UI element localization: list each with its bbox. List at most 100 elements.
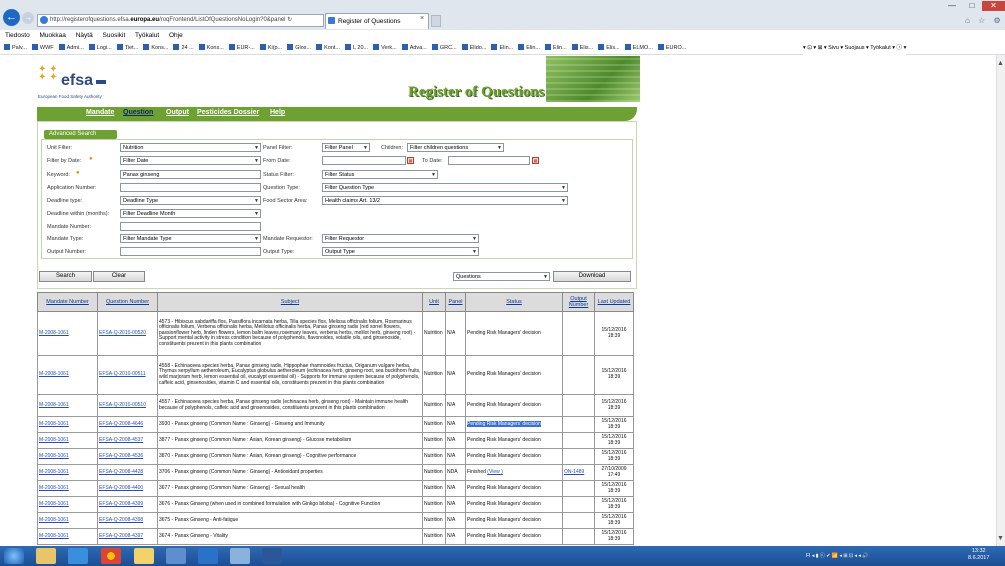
to-calendar-icon[interactable]: ▦ (532, 157, 539, 164)
favorite-item[interactable]: ELMO... (624, 41, 653, 54)
favorite-item[interactable]: Verk... (373, 41, 397, 54)
window-maximize-button[interactable]: □ (962, 1, 982, 11)
col-last-updated[interactable]: Last Updated (594, 292, 634, 312)
home-favorites-tools-icons[interactable]: ⌂ ☆ ⚙ (965, 16, 1004, 25)
help-bulb-icon[interactable]: ● (89, 156, 93, 162)
output-number-input[interactable] (120, 247, 261, 256)
forward-arrow-icon[interactable]: → (22, 12, 34, 24)
window-close-button[interactable]: ✕ (982, 1, 1005, 11)
output-link[interactable] (562, 512, 595, 529)
favorite-item[interactable]: GRC... (431, 41, 457, 54)
menu-tools[interactable]: Työkalut (135, 32, 159, 39)
favorite-item[interactable]: Adva... (401, 41, 427, 54)
question-link[interactable]: EFSA-Q-2008-4400 (97, 480, 158, 497)
output-link[interactable] (562, 496, 595, 513)
keyword-help-icon[interactable]: ● (76, 170, 80, 176)
col-unit[interactable]: Unit (422, 292, 446, 312)
favorite-item[interactable]: Palv... (4, 41, 27, 54)
favorite-item[interactable]: Glos... (287, 41, 311, 54)
favorite-item[interactable]: Logi... (88, 41, 112, 54)
output-link[interactable]: ON-1489 (562, 464, 595, 481)
question-link[interactable]: EFSA-Q-2010-00510 (97, 394, 158, 417)
food-sector-select[interactable]: Health claims Art. 13/2 (322, 196, 568, 205)
start-button-icon[interactable] (4, 548, 24, 564)
filter-date-select[interactable]: Filter Date (120, 156, 261, 165)
favorite-item[interactable]: Kons... (198, 41, 224, 54)
clock[interactable]: 13:32 8.6.2017 (968, 548, 989, 562)
nav-help[interactable]: Help (270, 109, 285, 116)
favorite-item[interactable]: Tiet... (116, 41, 138, 54)
output-type-select[interactable]: Output Type (322, 247, 479, 256)
mandate-link[interactable]: M-2008-1061 (37, 416, 98, 433)
keyword-input[interactable]: Panax ginseng (120, 170, 261, 179)
mandate-link[interactable]: M-2008-1061 (37, 432, 98, 449)
efsa-logo[interactable]: efsa (61, 72, 93, 90)
to-date-input[interactable] (448, 156, 530, 165)
from-calendar-icon[interactable]: ▦ (407, 157, 414, 164)
favorite-item[interactable]: Elin... (545, 41, 567, 54)
scroll-down-icon[interactable]: ▼ (997, 535, 1004, 542)
question-link[interactable]: EFSA-Q-2008-4397 (97, 528, 158, 545)
favorite-item[interactable]: Elin... (518, 41, 540, 54)
menu-file[interactable]: Tiedosto (5, 32, 30, 39)
col-status[interactable]: Status (465, 292, 563, 312)
page-scrollbar[interactable] (996, 55, 1005, 546)
unit-filter-select[interactable]: Nutrition (120, 143, 261, 152)
window-minimize-button[interactable]: — (942, 1, 962, 11)
favorite-item[interactable]: EURO... (657, 41, 686, 54)
output-link[interactable] (562, 355, 595, 395)
nav-mandate[interactable]: Mandate (86, 109, 114, 116)
mandate-link[interactable]: M-2008-1061 (37, 394, 98, 417)
app-icon[interactable] (230, 548, 250, 564)
favorite-item[interactable]: Ki(p... (259, 41, 282, 54)
mandate-link[interactable]: M-2008-1061 (37, 480, 98, 497)
col-panel[interactable]: Panel (445, 292, 466, 312)
browser-tab[interactable]: Register of Questions (325, 13, 429, 29)
menu-favorites[interactable]: Suosikit (103, 32, 126, 39)
mandate-link[interactable]: M-2008-1061 (37, 528, 98, 545)
favorite-item[interactable]: Kont... (316, 41, 340, 54)
nav-pesticides-dossier[interactable]: Pesticides Dossier (197, 109, 259, 116)
internet-explorer-icon[interactable] (68, 548, 88, 564)
favorite-item[interactable]: Elin... (491, 41, 513, 54)
from-date-input[interactable] (322, 156, 406, 165)
col-mandate-number[interactable]: Mandate Number (37, 292, 98, 312)
menu-help[interactable]: Ohje (169, 32, 183, 39)
col-output-number[interactable]: Output Number (562, 292, 595, 312)
clear-button[interactable]: Clear (93, 271, 145, 282)
mandate-link[interactable]: M-2008-1061 (37, 464, 98, 481)
download-button[interactable]: Download (553, 271, 631, 282)
output-link[interactable] (562, 311, 595, 356)
mandate-link[interactable]: M-2008-1061 (37, 512, 98, 529)
output-link[interactable] (562, 480, 595, 497)
explorer-icon[interactable] (36, 548, 56, 564)
question-link[interactable]: EFSA-Q-2008-4398 (97, 512, 158, 529)
application-number-input[interactable] (120, 183, 261, 192)
mandate-link[interactable]: M-2008-1061 (37, 448, 98, 465)
nav-question[interactable]: Question (123, 109, 153, 116)
mandate-type-select[interactable]: Filter Mandate Type (120, 234, 261, 243)
new-tab-button[interactable] (431, 15, 441, 27)
question-link[interactable]: EFSA-Q-2008-4399 (97, 496, 158, 513)
mandate-requestor-select[interactable]: Filter Requestor (322, 234, 479, 243)
question-link[interactable]: EFSA-Q-2010-00511 (97, 355, 158, 395)
output-link[interactable] (562, 528, 595, 545)
view-link[interactable]: (View ) (487, 469, 502, 475)
favorite-item[interactable]: Elis... (571, 41, 593, 54)
favorite-item[interactable]: EUR-... (228, 41, 255, 54)
favorite-item[interactable]: Elido... (461, 41, 486, 54)
favorite-item[interactable]: 24 ... (173, 41, 194, 54)
col-subject[interactable]: Subject (157, 292, 423, 312)
favorite-item[interactable]: Admi... (58, 41, 84, 54)
mandate-link[interactable]: M-2008-1061 (37, 355, 98, 395)
download-type-select[interactable]: Questions (453, 272, 550, 281)
favorite-item[interactable]: L 20... (345, 41, 368, 54)
deadline-within-select[interactable]: Filter Deadline Month (120, 209, 261, 218)
question-link[interactable]: EFSA-Q-2008-4428 (97, 464, 158, 481)
back-arrow-icon[interactable]: ← (3, 9, 20, 26)
favorite-item[interactable]: Elis... (598, 41, 620, 54)
skype-business-icon[interactable] (166, 548, 186, 564)
favorite-item[interactable]: Kons... (143, 41, 168, 54)
children-select[interactable]: Filter children questions (407, 143, 504, 152)
status-filter-select[interactable]: Filter Status (322, 170, 438, 179)
